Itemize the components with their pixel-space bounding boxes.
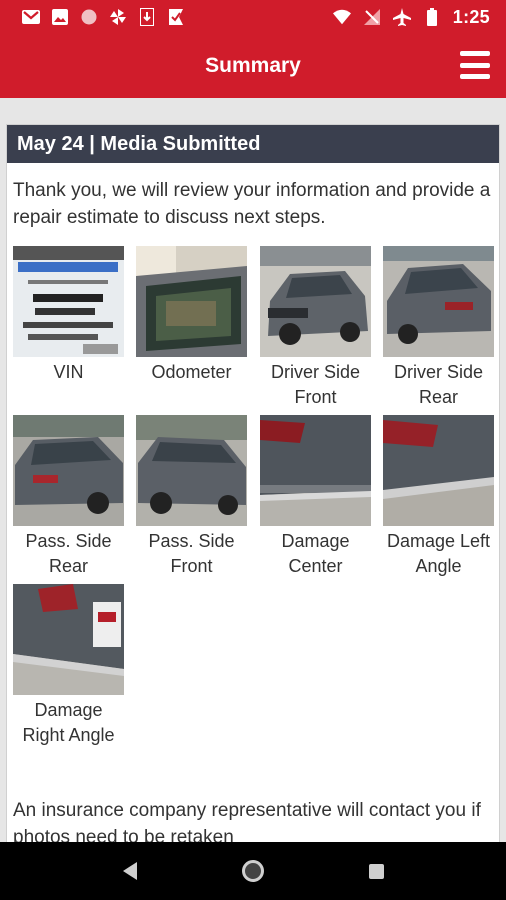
scroll-content[interactable]: May 24 | Media Submitted Thank you, we w… bbox=[0, 98, 506, 842]
photo-driver-side-rear[interactable]: Driver Side Rear bbox=[383, 246, 494, 410]
photo-label: Pass. Side Rear bbox=[25, 531, 112, 576]
photo-pass-side-rear-image bbox=[13, 415, 124, 526]
recents-icon[interactable] bbox=[368, 863, 384, 879]
system-icons: 1:25 bbox=[332, 6, 490, 28]
photo-vin-image bbox=[13, 246, 124, 357]
photo-vin[interactable]: VIN bbox=[13, 246, 124, 385]
photo-damage-left-angle[interactable]: Damage Left Angle bbox=[383, 415, 494, 579]
wifi-icon bbox=[332, 8, 351, 26]
photo-label: Damage Left Angle bbox=[386, 531, 491, 576]
photo-damage-center-image bbox=[260, 415, 371, 526]
photo-damage-right-angle[interactable]: Damage Right Angle bbox=[13, 584, 124, 748]
intro-text: Thank you, we will review your informati… bbox=[13, 180, 491, 228]
photo-grid: VIN Odometer Driver Side Front Driver Si… bbox=[7, 246, 499, 766]
back-icon[interactable] bbox=[122, 862, 137, 880]
photo-odometer-image bbox=[136, 246, 247, 357]
no-signal-icon bbox=[363, 8, 381, 26]
gmail-icon bbox=[22, 8, 40, 26]
photo-driver-side-front[interactable]: Driver Side Front bbox=[260, 246, 371, 410]
photo-label: Pass. Side Front bbox=[148, 531, 235, 576]
photo-label: Odometer bbox=[151, 362, 232, 382]
download-icon bbox=[138, 8, 156, 26]
photo-label: Driver Side Front bbox=[270, 362, 361, 407]
photo-label: Damage Center bbox=[281, 531, 350, 576]
notification-icons bbox=[22, 8, 185, 26]
submission-card: May 24 | Media Submitted Thank you, we w… bbox=[6, 124, 500, 842]
photo-pass-side-rear[interactable]: Pass. Side Rear bbox=[13, 415, 124, 579]
clock: 1:25 bbox=[452, 6, 490, 27]
photo-damage-left-angle-image bbox=[383, 415, 494, 526]
photo-damage-right-angle-image bbox=[13, 584, 124, 695]
page-title: Summary bbox=[205, 54, 301, 77]
check-flag-icon bbox=[167, 8, 185, 26]
photo-driver-side-front-image bbox=[260, 246, 371, 357]
app-bar: Summary bbox=[0, 34, 506, 98]
card-header: May 24 | Media Submitted bbox=[7, 125, 499, 163]
image-icon bbox=[51, 8, 69, 26]
outro-text: An insurance company representative will… bbox=[13, 800, 481, 842]
pinwheel-icon bbox=[109, 8, 127, 26]
navigation-bar bbox=[0, 842, 506, 900]
status-bar: 1:25 bbox=[0, 0, 506, 34]
photo-odometer[interactable]: Odometer bbox=[136, 246, 247, 385]
photo-pass-side-front[interactable]: Pass. Side Front bbox=[136, 415, 247, 579]
photo-damage-center[interactable]: Damage Center bbox=[260, 415, 371, 579]
photo-label: Damage Right Angle bbox=[22, 700, 115, 745]
battery-icon bbox=[423, 8, 441, 26]
photo-label: Driver Side Rear bbox=[393, 362, 484, 407]
circle-icon bbox=[80, 8, 98, 26]
home-icon[interactable] bbox=[241, 860, 264, 882]
airplane-icon bbox=[392, 8, 411, 26]
photo-driver-side-rear-image bbox=[383, 246, 494, 357]
photo-label: VIN bbox=[53, 362, 84, 382]
hamburger-menu-icon[interactable] bbox=[460, 51, 490, 79]
photo-pass-side-front-image bbox=[136, 415, 247, 526]
